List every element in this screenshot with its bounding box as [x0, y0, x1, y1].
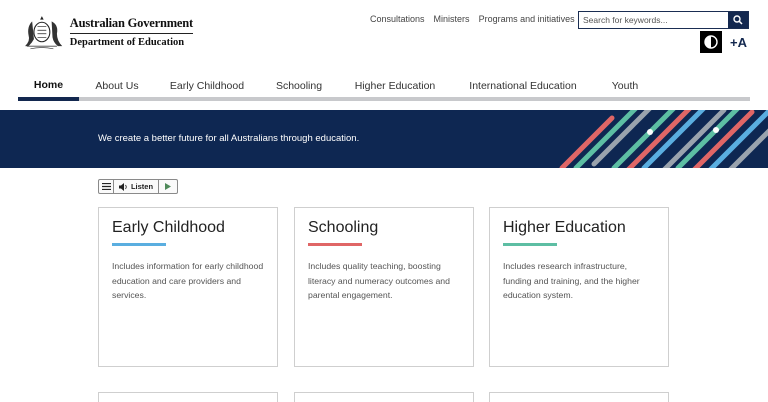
- play-button[interactable]: [159, 180, 177, 193]
- card-accent-underline: [503, 243, 557, 246]
- nav-home[interactable]: Home: [18, 72, 79, 100]
- card-accent-underline: [308, 243, 362, 246]
- nav-about-us[interactable]: About Us: [79, 72, 155, 100]
- nav-active-indicator: [18, 97, 79, 101]
- card-title: Early Childhood: [112, 219, 225, 236]
- department-name: Department of Education: [69, 37, 185, 48]
- nav-early-childhood[interactable]: Early Childhood: [155, 72, 259, 100]
- listen-button[interactable]: Listen: [114, 180, 159, 193]
- search-icon: [733, 15, 743, 25]
- government-name: Australian Government: [69, 16, 193, 34]
- search-box: [578, 11, 749, 29]
- card-title: Higher Education: [503, 219, 626, 236]
- card-description: Includes quality teaching, boosting lite…: [308, 261, 450, 300]
- nav-international-education[interactable]: International Education: [451, 72, 595, 100]
- nav-schooling[interactable]: Schooling: [259, 72, 339, 100]
- programs-link[interactable]: Programs and initiatives: [479, 14, 575, 24]
- card-schooling[interactable]: Schooling Includes quality teaching, boo…: [294, 207, 474, 367]
- consultations-link[interactable]: Consultations: [370, 14, 425, 24]
- government-logo[interactable]: Australian Government Department of Educ…: [18, 10, 193, 54]
- site-header: Australian Government Department of Educ…: [0, 0, 768, 70]
- decorative-stripes: [559, 110, 768, 168]
- card-accent-underline: [112, 243, 166, 246]
- listen-menu-button[interactable]: [99, 180, 114, 193]
- nav-divider: [18, 97, 750, 101]
- hero-banner: We create a better future for all Austra…: [0, 110, 768, 168]
- card-title: Schooling: [308, 219, 379, 236]
- listen-label: Listen: [130, 182, 154, 191]
- search-button[interactable]: [728, 12, 748, 28]
- card-partial[interactable]: [98, 392, 278, 402]
- play-icon: [165, 183, 171, 190]
- utility-links: Consultations Ministers Programs and ini…: [370, 14, 575, 24]
- speaker-icon: [118, 182, 127, 191]
- menu-icon: [101, 183, 111, 190]
- card-description: Includes research infrastructure, fundin…: [503, 261, 640, 300]
- contrast-toggle-button[interactable]: [700, 31, 722, 53]
- search-input[interactable]: [579, 12, 728, 28]
- card-early-childhood[interactable]: Early Childhood Includes information for…: [98, 207, 278, 367]
- nav-youth[interactable]: Youth: [595, 72, 655, 100]
- card-description: Includes information for early childhood…: [112, 261, 264, 300]
- contrast-icon: [704, 35, 718, 49]
- banner-tagline: We create a better future for all Austra…: [98, 133, 360, 144]
- font-size-button[interactable]: +A: [727, 31, 750, 53]
- listen-toolbar: Listen: [98, 179, 178, 194]
- card-partial[interactable]: [489, 392, 669, 402]
- logo-text: Australian Government Department of Educ…: [69, 16, 193, 48]
- coat-of-arms-icon: [25, 16, 63, 50]
- ministers-link[interactable]: Ministers: [434, 14, 470, 24]
- card-partial[interactable]: [294, 392, 474, 402]
- nav-higher-education[interactable]: Higher Education: [339, 72, 451, 100]
- card-higher-education[interactable]: Higher Education Includes research infra…: [489, 207, 669, 367]
